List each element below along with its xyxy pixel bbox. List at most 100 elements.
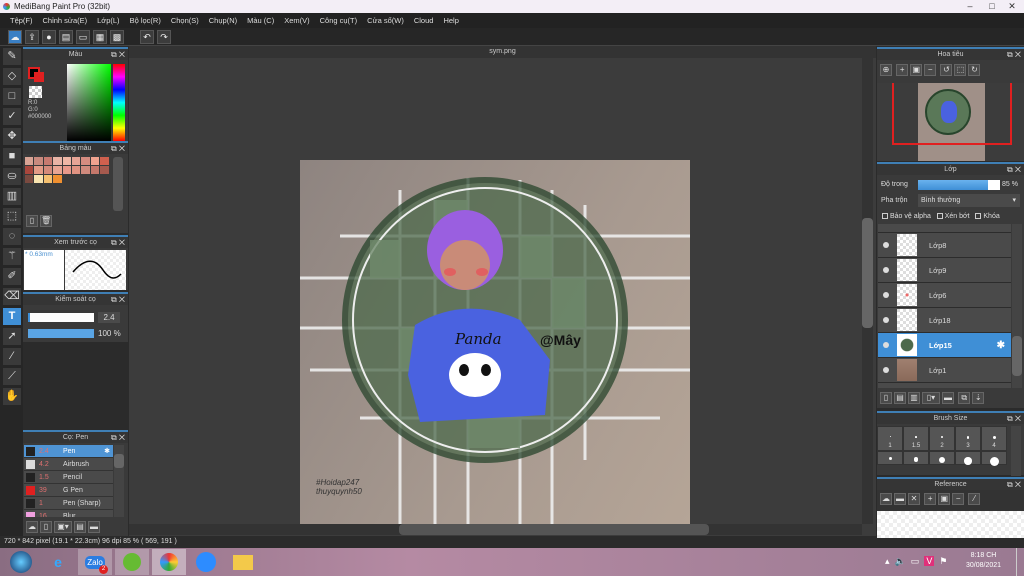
coccoc-icon[interactable] — [115, 549, 149, 575]
brush-item[interactable]: 1.5 Pencil — [24, 471, 113, 484]
layer-item[interactable]: Lớp15 ✱ — [878, 333, 1011, 358]
menu-cloud[interactable]: Cloud — [409, 13, 439, 28]
select-eraser-tool-icon[interactable]: ⌫ — [3, 288, 21, 305]
gradient-tool-icon[interactable]: ▥ — [3, 188, 21, 205]
panel-close-icon[interactable]: ⧉ ✕ — [111, 237, 125, 248]
palette-swatch[interactable] — [25, 175, 34, 183]
lock-checkbox[interactable]: Khóa — [975, 213, 1000, 220]
layer-item[interactable]: Lớp1 — [878, 358, 1011, 383]
internet-explorer-icon[interactable]: e — [41, 549, 75, 575]
brush-size-cell[interactable]: 1.5 — [903, 426, 929, 451]
transparent-color-swatch[interactable] — [29, 86, 42, 98]
brush-size-cell[interactable] — [903, 451, 929, 465]
merge-layer-icon[interactable]: ⇣ — [972, 392, 985, 404]
layer-list-scrollbar[interactable] — [1012, 224, 1022, 388]
fit-icon[interactable]: ▣ — [910, 64, 923, 76]
grid-icon[interactable]: ▩ — [110, 29, 124, 44]
layer-opacity-slider[interactable] — [918, 180, 1000, 190]
panel-close-icon[interactable]: ⧉ ✕ — [111, 294, 125, 305]
palette-swatch[interactable] — [25, 166, 34, 174]
blend-mode-select[interactable]: Bình thường ▾ — [918, 194, 1020, 207]
layer-item[interactable]: Lớp18 — [878, 308, 1011, 333]
show-desktop-button[interactable] — [1016, 548, 1024, 576]
palette-swatch[interactable] — [34, 157, 43, 165]
canvas-vertical-scrollbar[interactable] — [862, 58, 873, 524]
fill-rect-tool-icon[interactable]: ■ — [3, 148, 21, 165]
zoom-in-icon[interactable]: + — [896, 64, 909, 76]
text-tool-icon[interactable]: T — [3, 308, 21, 325]
brush-item[interactable]: 16 Blur — [24, 510, 113, 517]
menu-snap[interactable]: Chụp(N) — [204, 13, 242, 28]
brush-list-scrollbar[interactable] — [114, 445, 124, 517]
reference-eyedropper-icon[interactable]: ⁄ — [968, 493, 981, 505]
bucket-tool-icon[interactable]: ⛀ — [3, 168, 21, 185]
panel-close-icon[interactable]: ⧉ ✕ — [111, 143, 125, 154]
saturation-value-picker[interactable] — [67, 64, 111, 141]
share-icon[interactable]: ⇪ — [25, 29, 39, 44]
menu-tools[interactable]: Công cụ(T) — [315, 13, 363, 28]
minimize-button[interactable]: – — [960, 0, 980, 13]
menu-view[interactable]: Xem(V) — [279, 13, 314, 28]
eyedropper-tool-icon[interactable]: ⁄ — [3, 348, 21, 365]
panel-close-icon[interactable]: ⧉ ✕ — [1007, 164, 1021, 175]
panel-close-icon[interactable]: ⧉ ✕ — [111, 432, 125, 443]
file-explorer-icon[interactable] — [226, 549, 260, 575]
visibility-icon[interactable] — [883, 242, 889, 248]
check-tool-icon[interactable]: ✓ — [3, 108, 21, 125]
dropper-tool-icon[interactable]: ⟋ — [3, 368, 21, 385]
zoom-out-icon[interactable]: − — [924, 64, 937, 76]
hue-slider[interactable] — [113, 64, 125, 141]
palette-swatch[interactable] — [43, 157, 53, 165]
brush-size-cell[interactable] — [981, 451, 1007, 466]
palette-swatch[interactable] — [81, 166, 90, 174]
cloud-icon[interactable]: ☁ — [8, 29, 22, 44]
brush-item[interactable]: 2.4 Pen ✱ — [24, 445, 113, 458]
panel-layout-icon[interactable]: ▦ — [93, 29, 107, 44]
palette-swatch[interactable] — [25, 157, 34, 165]
eraser-tool-icon[interactable]: ◇ — [3, 68, 21, 85]
palette-swatch[interactable] — [62, 157, 71, 165]
zalo-icon[interactable]: Zalo 2 — [78, 549, 112, 575]
layer-item[interactable]: Lớp9 — [878, 258, 1011, 283]
brush-size-value[interactable]: 2.4 — [98, 312, 120, 323]
new-brush-icon[interactable]: ▯ — [40, 521, 52, 533]
cloud-reference-icon[interactable]: ☁ — [880, 493, 892, 505]
start-button[interactable] — [4, 549, 38, 575]
canvas-horizontal-scrollbar[interactable] — [129, 524, 862, 535]
palette-swatch[interactable] — [100, 166, 109, 174]
reference-image-area[interactable] — [877, 511, 1024, 538]
secondary-color-swatch[interactable] — [34, 72, 44, 82]
clipping-checkbox[interactable]: Xén bớt — [936, 213, 970, 220]
volume-icon[interactable]: 🔈 — [895, 556, 906, 566]
palette-swatch[interactable] — [53, 157, 62, 165]
palette-swatch[interactable] — [100, 157, 109, 165]
zoom-actual-icon[interactable]: ⊕ — [880, 64, 892, 76]
palette-swatch[interactable] — [81, 157, 90, 165]
menu-color[interactable]: Màu (C) — [242, 13, 279, 28]
brush-size-cell[interactable] — [877, 451, 903, 465]
panel-close-icon[interactable]: ⧉ ✕ — [111, 49, 125, 60]
magic-wand-tool-icon[interactable]: ⚚ — [3, 248, 21, 265]
folder-icon[interactable]: ▬ — [88, 521, 100, 533]
reference-zoom-out-icon[interactable]: − — [952, 493, 965, 505]
palette-swatch[interactable] — [43, 166, 53, 174]
comment-icon[interactable]: ● — [42, 29, 56, 44]
palette-swatch[interactable] — [43, 175, 53, 183]
palette-swatch[interactable] — [90, 166, 100, 174]
brush-size-cell[interactable]: 2 — [929, 426, 955, 451]
palette-swatch[interactable] — [53, 166, 62, 174]
reference-fit-icon[interactable]: ▣ — [938, 493, 951, 505]
new-1bit-layer-icon[interactable]: ▥ — [908, 392, 920, 404]
brush-size-cell[interactable]: 3 — [955, 426, 981, 451]
visibility-icon[interactable] — [883, 267, 889, 273]
layer-folder-icon[interactable]: ▬ — [942, 392, 954, 404]
brush-settings-gear-icon[interactable]: ✱ — [104, 447, 110, 455]
new-layer-icon[interactable]: ▯ — [880, 392, 892, 404]
visibility-icon[interactable] — [883, 317, 889, 323]
navigator-viewport-frame[interactable] — [892, 83, 1012, 145]
delete-palette-icon[interactable]: 🗑 — [40, 215, 52, 227]
zoom-icon[interactable] — [189, 549, 223, 575]
vivaldi-tray-icon[interactable]: V — [924, 556, 935, 566]
operation-tool-icon[interactable]: ➚ — [3, 328, 21, 345]
new-palette-icon[interactable]: ▯ — [26, 215, 38, 227]
